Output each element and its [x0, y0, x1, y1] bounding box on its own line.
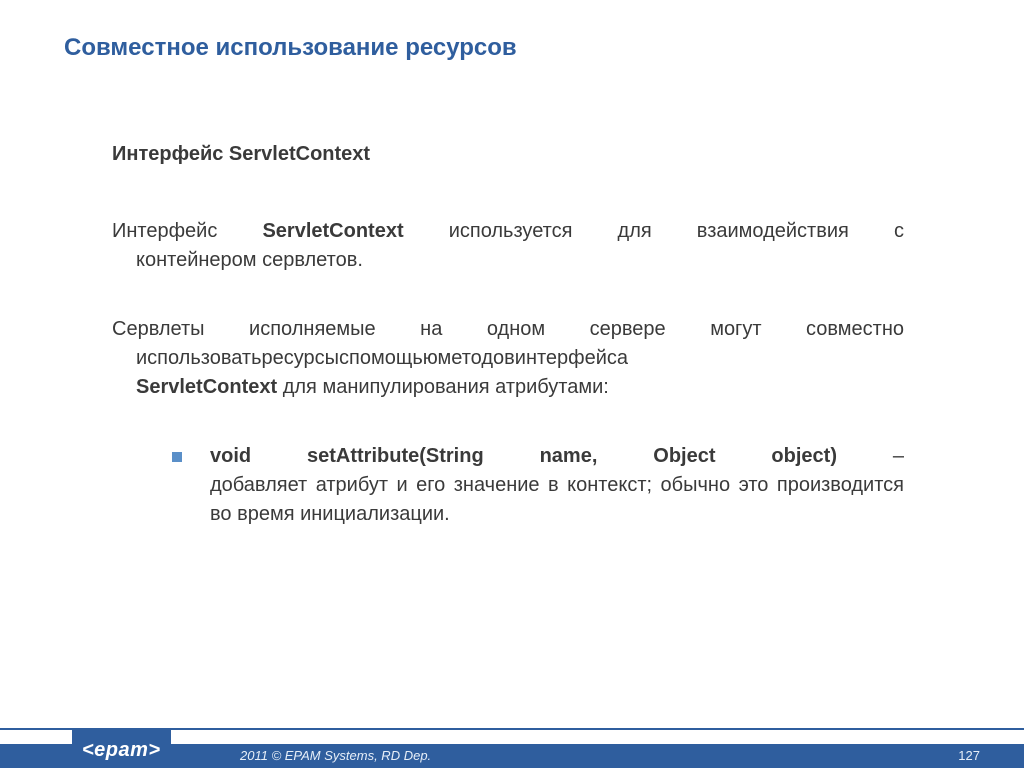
subheading: Интерфейс ServletContext — [112, 140, 904, 169]
footer-copyright: 2011 © EPAM Systems, RD Dep. — [240, 744, 431, 768]
bullet-item: voidsetAttribute(Stringname,Objectobject… — [172, 442, 904, 529]
paragraph-1: ИнтерфейсServletContextиспользуетсядлявз… — [112, 217, 904, 275]
square-bullet-icon — [172, 452, 182, 462]
slide-body: Интерфейс ServletContext ИнтерфейсServle… — [112, 140, 904, 549]
page-number: 127 — [958, 744, 980, 768]
paragraph-1-line2: контейнером сервлетов. — [112, 246, 904, 275]
bullet-rest: добавляет атрибут и его значение в конте… — [210, 474, 904, 525]
bullet-text: voidsetAttribute(Stringname,Objectobject… — [210, 442, 904, 529]
epam-logo: <epam> — [72, 730, 171, 768]
paragraph-2: Сервлетыисполняемыенаодномсерверемогутсо… — [112, 315, 904, 402]
slide: Совместное использование ресурсов Интерф… — [0, 0, 1024, 768]
slide-title: Совместное использование ресурсов — [64, 34, 960, 62]
bullet-list: voidsetAttribute(Stringname,Objectobject… — [172, 442, 904, 529]
footer: <epam> 2011 © EPAM Systems, RD Dep. 127 — [0, 728, 1024, 768]
paragraph-2-line3: ServletContext для манипулирования атриб… — [112, 373, 904, 402]
